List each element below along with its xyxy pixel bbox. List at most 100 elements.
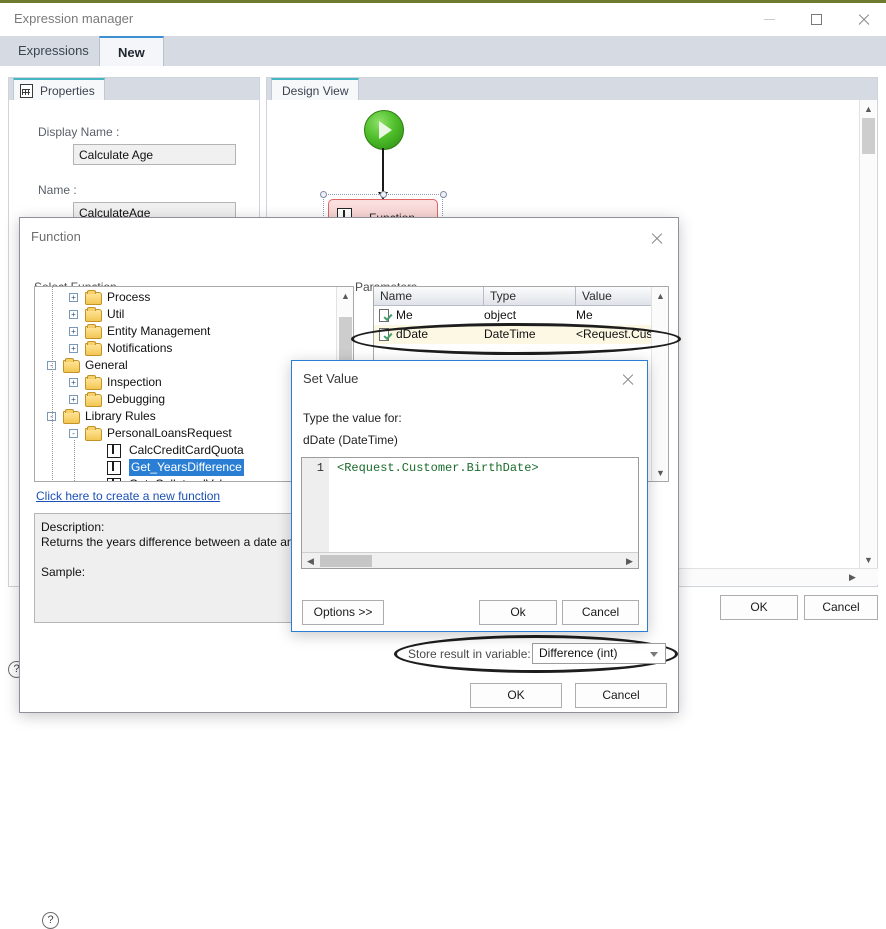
- base-ok-button[interactable]: OK: [720, 595, 798, 620]
- set-value-cancel-button[interactable]: Cancel: [562, 600, 639, 625]
- set-value-ok-button[interactable]: Ok: [479, 600, 557, 625]
- function-icon: [107, 477, 121, 481]
- tree-item-label: Debugging: [107, 392, 166, 406]
- set-value-options-button[interactable]: Options >>: [302, 600, 384, 625]
- properties-tab-label: Properties: [40, 84, 95, 98]
- expand-icon[interactable]: +: [69, 378, 78, 387]
- folder-icon: [85, 289, 102, 305]
- editor-horizontal-scrollbar[interactable]: ◀ ▶: [302, 552, 638, 568]
- folder-icon: [85, 425, 102, 441]
- start-node-icon[interactable]: [364, 110, 404, 150]
- store-result-value: Difference (int): [539, 646, 618, 660]
- param-value[interactable]: Me: [576, 306, 593, 325]
- tree-item-label: Notifications: [107, 341, 173, 355]
- maximize-button[interactable]: [793, 3, 839, 35]
- store-result-select[interactable]: Difference (int): [532, 643, 666, 664]
- tab-expressions[interactable]: Expressions: [0, 36, 107, 66]
- tab-properties[interactable]: Properties: [13, 78, 105, 100]
- sample-label: Sample:: [41, 565, 86, 579]
- function-dialog-cancel-button[interactable]: Cancel: [575, 683, 667, 708]
- expand-icon[interactable]: +: [69, 327, 78, 336]
- set-value-editor[interactable]: 1 <Request.Customer.BirthDate> ◀ ▶: [301, 457, 639, 569]
- description-text: Returns the years difference between a d…: [41, 535, 321, 549]
- close-button[interactable]: [840, 3, 886, 35]
- base-cancel-button[interactable]: Cancel: [804, 595, 878, 620]
- folder-icon: [85, 374, 102, 390]
- resize-handle-tc[interactable]: [380, 191, 387, 198]
- table-row[interactable]: dDate DateTime <Request.Customer....: [374, 325, 668, 344]
- scroll-right-icon[interactable]: ▶: [621, 553, 638, 568]
- description-label: Description:: [41, 520, 105, 534]
- chevron-down-icon: [650, 652, 658, 657]
- expression-manager-window: Expression manager Expressions New Prope…: [0, 0, 886, 929]
- close-icon: [621, 373, 634, 386]
- folder-icon: [63, 357, 80, 373]
- param-type: DateTime: [484, 327, 536, 341]
- properties-tab-row: Properties: [9, 78, 259, 100]
- scroll-up-icon[interactable]: ▲: [860, 100, 877, 117]
- folder-icon: [85, 340, 102, 356]
- scroll-up-icon[interactable]: ▲: [337, 287, 353, 304]
- tree-item-label: Process: [107, 290, 151, 304]
- scroll-left-icon[interactable]: ◀: [302, 553, 319, 568]
- set-value-title: Set Value: [303, 371, 359, 386]
- scroll-down-icon[interactable]: ▼: [860, 551, 877, 568]
- tree-vscroll-thumb[interactable]: [339, 317, 352, 361]
- scroll-down-icon[interactable]: ▼: [652, 464, 668, 481]
- scroll-right-icon[interactable]: ▶: [844, 569, 861, 586]
- expand-icon[interactable]: +: [69, 293, 78, 302]
- tree-guide-line: [74, 440, 75, 481]
- tree-item-label: General: [85, 358, 128, 372]
- collapse-icon[interactable]: -: [69, 429, 78, 438]
- set-value-dialog: Set Value Type the value for: dDate (Dat…: [291, 360, 648, 632]
- store-result-label: Store result in variable:: [408, 647, 531, 661]
- design-vscroll-thumb[interactable]: [862, 118, 875, 154]
- folder-icon: [85, 306, 102, 322]
- scroll-up-icon[interactable]: ▲: [652, 287, 668, 304]
- table-row[interactable]: Me object Me: [374, 306, 668, 325]
- display-name-label: Display Name :: [38, 125, 120, 139]
- minimize-icon: [763, 18, 775, 20]
- minimize-button[interactable]: [746, 3, 792, 35]
- design-vertical-scrollbar[interactable]: ▲ ▼: [859, 100, 876, 585]
- tree-item-label: Get_YearsDifference: [129, 459, 244, 476]
- maximize-icon: [810, 13, 822, 25]
- folder-icon: [85, 391, 102, 407]
- function-dialog-close-button[interactable]: [642, 226, 670, 250]
- parameter-icon: [379, 309, 389, 322]
- close-icon: [857, 13, 870, 26]
- set-value-close-button[interactable]: [613, 367, 641, 391]
- param-name: dDate: [396, 327, 429, 341]
- expand-icon[interactable]: +: [69, 344, 78, 353]
- close-icon: [650, 232, 663, 245]
- flow-connector-arrow: [378, 148, 387, 200]
- editor-hscroll-thumb[interactable]: [320, 555, 372, 567]
- editor-code-text[interactable]: <Request.Customer.BirthDate>: [337, 461, 539, 475]
- resize-handle-tr[interactable]: [440, 191, 447, 198]
- tree-item-label: Util: [107, 307, 125, 321]
- set-value-prompt: Type the value for:: [303, 411, 402, 425]
- folder-icon: [85, 323, 102, 339]
- function-icon: [107, 443, 121, 458]
- param-column-type[interactable]: Type: [484, 287, 576, 306]
- create-new-function-link[interactable]: Click here to create a new function: [36, 489, 220, 503]
- main-tab-strip: Expressions New: [0, 36, 886, 67]
- window-title: Expression manager: [14, 11, 134, 26]
- tab-design-view[interactable]: Design View: [271, 78, 360, 100]
- expand-icon[interactable]: +: [69, 310, 78, 319]
- tab-new[interactable]: New: [99, 36, 164, 66]
- function-dialog-ok-button[interactable]: OK: [470, 683, 562, 708]
- param-type: object: [484, 308, 517, 322]
- function-dialog-help-icon[interactable]: ?: [42, 912, 59, 929]
- tree-item-label: Entity Management: [107, 324, 211, 338]
- editor-line-number: 1: [316, 461, 324, 475]
- tree-item-label: Get_CollateralValue: [129, 476, 236, 481]
- design-tab-row: Design View: [267, 78, 877, 100]
- expand-icon[interactable]: +: [69, 395, 78, 404]
- display-name-input[interactable]: Calculate Age: [73, 144, 236, 165]
- param-name: Me: [396, 308, 413, 322]
- resize-handle-tl[interactable]: [320, 191, 327, 198]
- tree-guide-line: [52, 287, 53, 481]
- parameters-vertical-scrollbar[interactable]: ▲ ▼: [651, 287, 668, 481]
- param-column-name[interactable]: Name: [374, 287, 484, 306]
